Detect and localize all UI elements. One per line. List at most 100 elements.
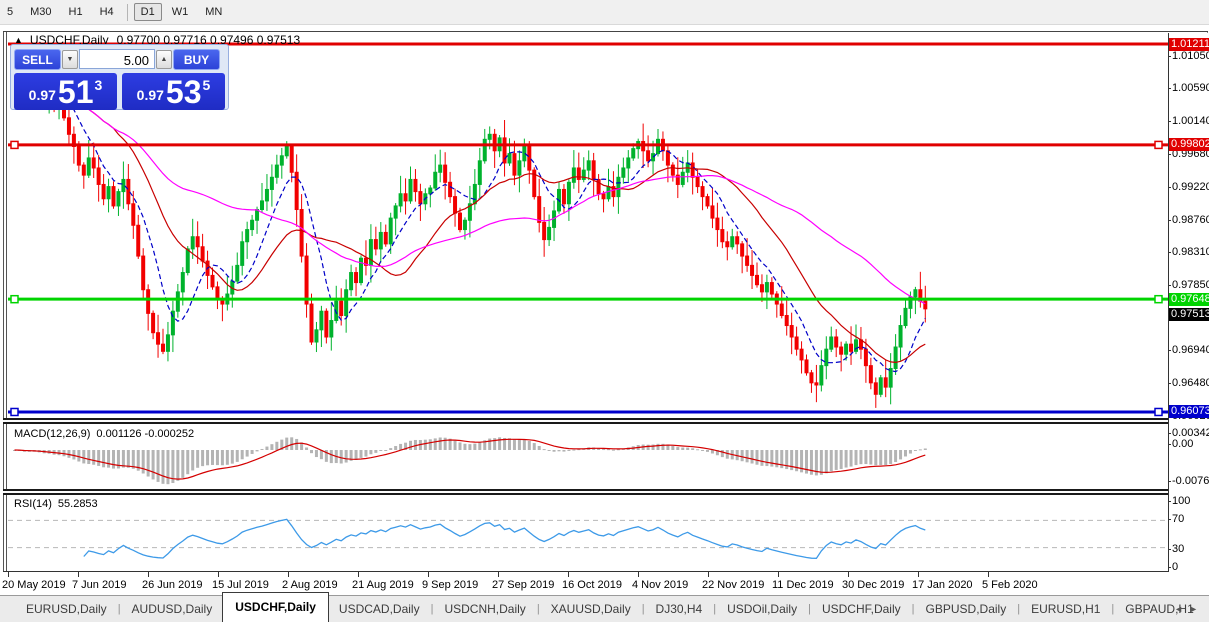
macd-histogram-bar [399,443,403,450]
macd-histogram-bar [834,450,838,470]
candle-body [215,286,220,300]
candle-body [458,212,462,231]
timeframe-button-H4[interactable]: H4 [93,3,121,21]
tab-scroll-arrows[interactable]: ◄► [1174,604,1204,614]
candle-body [566,181,571,205]
timeframe-button-D1[interactable]: D1 [133,3,162,21]
date-tick [638,572,639,577]
candle-body [96,167,101,185]
candle-body [715,217,720,231]
line-handle[interactable] [1154,294,1163,304]
tab-DJ30-H4[interactable]: DJ30,H4 [646,597,713,621]
tab-USDCNH-Daily[interactable]: USDCNH,Daily [434,597,535,621]
candle-body [398,193,403,207]
volume-input[interactable]: 5.00 [79,49,155,69]
level-price-label-0.96073: 0.96073 [1169,405,1209,419]
candle-body [547,226,552,241]
macd-histogram-bar [389,448,393,450]
candle-body [631,148,636,159]
buy-button[interactable]: BUY [173,48,220,70]
candle-body [106,186,111,200]
tab-USDOil-Daily[interactable]: USDOil,Daily [717,597,807,621]
candle-body [576,167,581,180]
buy-price-display[interactable]: 0.97 53 5 [122,73,225,110]
macd-histogram-bar [488,438,492,450]
tab-USDCHF-Daily[interactable]: USDCHF,Daily [812,597,911,621]
macd-values: 0.001126 -0.000252 [96,428,195,440]
timeframe-button-W1[interactable]: W1 [165,3,196,21]
candle-body [428,187,433,195]
volume-increase-button[interactable]: ▲ [156,49,172,69]
macd-histogram-bar [478,442,482,450]
tab-AUDUSD-Daily[interactable]: AUDUSD,Daily [122,597,223,621]
date-label-6: 9 Sep 2019 [422,579,479,591]
candle-body [873,382,878,395]
line-handle[interactable] [10,407,19,417]
line-handle[interactable] [10,140,19,150]
candle-body [309,303,314,343]
rsi-axis-100: 100 [1168,495,1190,507]
macd-histogram-bar [245,450,249,457]
time-axis[interactable]: 20 May 2019 7 Jun 2019 26 Jun 2019 15 Jul 2… [0,572,1209,595]
timeframe-button-M30[interactable]: M30 [23,3,58,21]
timeframe-button-5[interactable]: 5 [0,3,20,21]
macd-axis-0.00: 0.00 [1168,438,1193,450]
tick-mark [1168,549,1171,550]
volume-decrease-button[interactable]: ▼ [62,49,78,69]
price-axis[interactable]: 1.01050 1.00590 1.00140 0.99680 0.99220 0.987… [1168,33,1209,573]
timeframe-button-H1[interactable]: H1 [62,3,90,21]
candle-body [66,117,71,135]
macd-histogram-bar [706,450,709,452]
macd-histogram-bar [567,450,571,451]
date-label-1: 7 Jun 2019 [72,579,127,591]
candle-body [794,336,799,350]
date-tick [988,572,989,577]
price-tick-1.00590: 1.00590 [1168,82,1209,94]
date-tick [568,572,569,577]
macd-histogram-bar [889,450,893,464]
macd-histogram-bar [146,450,150,477]
line-handle[interactable] [10,294,19,304]
candle-body [314,329,319,343]
tab-USDCAD-Daily[interactable]: USDCAD,Daily [329,597,430,621]
macd-histogram-bar [428,439,432,450]
tab-EURUSD-H1[interactable]: EURUSD,H1 [1021,597,1110,621]
candle-body [690,162,695,178]
candle-body [359,257,363,284]
macd-histogram-bar [463,443,467,450]
tab-separator: | [117,603,121,615]
macd-histogram-bar [557,450,561,452]
candle-body [284,145,289,157]
candle-body [131,203,136,226]
tick-mark [1168,433,1171,434]
macd-histogram-bar [225,450,229,465]
tick-mark [1168,481,1171,482]
sell-price-display[interactable]: 0.97 51 3 [14,73,117,110]
tab-EURUSD-Daily[interactable]: EURUSD,Daily [16,597,117,621]
candle-body [121,178,126,193]
tab-USDCHF-Daily[interactable]: USDCHF,Daily [222,591,329,622]
macd-histogram-bar [265,446,269,450]
date-label-3: 15 Jul 2019 [212,579,269,591]
candle-body [542,221,547,241]
macd-histogram-bar [131,450,135,469]
macd-histogram-bar [745,450,749,463]
macd-histogram-bar [112,450,115,469]
timeframe-button-MN[interactable]: MN [198,3,229,21]
tab-GBPUSD-Daily[interactable]: GBPUSD,Daily [916,597,1017,621]
rsi-panel-splitter[interactable] [3,489,1168,495]
candle-body [76,145,81,166]
macd-histogram-bar [527,440,531,450]
rsi-indicator-chart[interactable] [8,494,1168,571]
line-handle[interactable] [1154,407,1163,417]
macd-histogram-bar [740,450,744,462]
sell-button[interactable]: SELL [14,48,61,70]
macd-histogram-bar [651,444,655,450]
macd-histogram-bar [829,450,833,472]
line-handle[interactable] [1154,140,1163,150]
macd-panel-splitter[interactable] [3,418,1168,424]
date-label-14: 5 Feb 2020 [982,579,1038,591]
macd-histogram-bar [894,450,898,463]
tab-XAUUSD-Daily[interactable]: XAUUSD,Daily [541,597,641,621]
rsi-value: 55.2853 [57,498,98,510]
